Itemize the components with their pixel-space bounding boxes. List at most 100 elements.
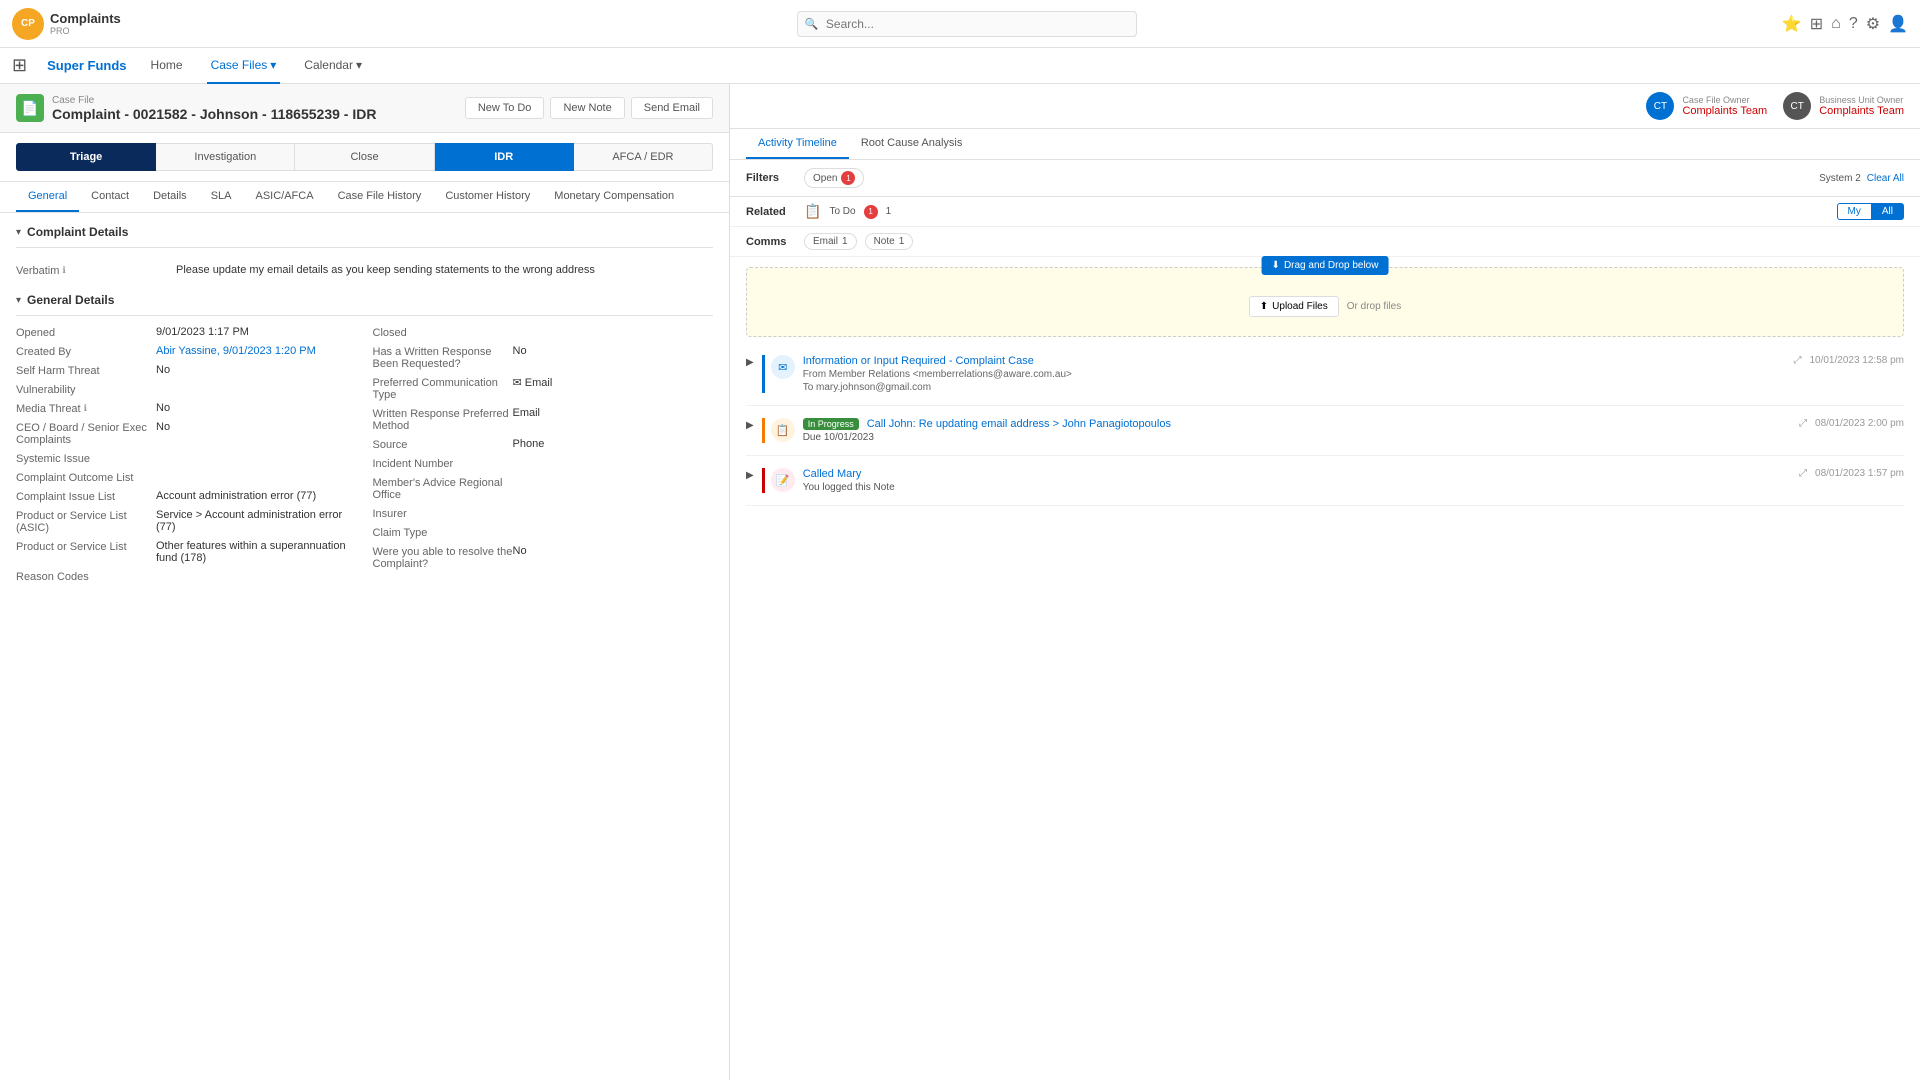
- activity-to: To mary.johnson@gmail.com: [803, 382, 1786, 393]
- new-note-button[interactable]: New Note: [550, 97, 624, 119]
- toggle-my-button[interactable]: My: [1837, 203, 1872, 220]
- upload-files-button[interactable]: ⬆ Upload Files: [1249, 296, 1339, 317]
- drop-zone[interactable]: ⬇ Drag and Drop below ⬆ Upload Files Or …: [746, 267, 1904, 337]
- chevron-icon: ▾: [16, 227, 21, 238]
- complaint-details-title: Complaint Details: [27, 225, 128, 239]
- step-triage[interactable]: Triage: [16, 143, 156, 171]
- tab-customer-history[interactable]: Customer History: [433, 182, 542, 212]
- resize-icon[interactable]: ⤢: [1799, 468, 1807, 479]
- right-panel: CT Case File Owner Complaints Team CT Bu…: [730, 84, 1920, 1080]
- email-icon: ✉: [513, 377, 525, 389]
- grid-icon[interactable]: ⊞: [1810, 14, 1823, 34]
- search-input[interactable]: [797, 11, 1137, 37]
- email-pill[interactable]: Email 1: [804, 233, 857, 250]
- activity-time: 08/01/2023 2:00 pm: [1815, 418, 1904, 429]
- filters-row: Filters Open 1 System 2 Clear All: [730, 160, 1920, 197]
- field-created-by: Created By Abir Yassine, 9/01/2023 1:20 …: [16, 345, 357, 358]
- star-icon[interactable]: ⭐: [1782, 14, 1802, 34]
- field-product-service-label: Product or Service List: [16, 540, 156, 564]
- section-divider: [16, 247, 713, 248]
- field-created-by-value[interactable]: Abir Yassine, 9/01/2023 1:20 PM: [156, 345, 357, 358]
- field-complaint-outcome-value: [156, 471, 357, 484]
- field-incident-number: Incident Number: [373, 457, 714, 470]
- dropdown-icon: ▾: [356, 58, 362, 72]
- expand-icon[interactable]: ▶: [746, 470, 754, 481]
- user-icon[interactable]: 👤: [1888, 14, 1908, 34]
- general-details-header[interactable]: ▾ General Details: [16, 293, 713, 307]
- resize-icon[interactable]: ⤢: [1793, 355, 1801, 366]
- clear-all-button[interactable]: Clear All: [1867, 173, 1904, 184]
- field-complaint-outcome-label: Complaint Outcome List: [16, 471, 156, 484]
- activity-title[interactable]: Called Mary: [803, 468, 1791, 480]
- tab-activity-timeline[interactable]: Activity Timeline: [746, 129, 849, 159]
- field-ceo: CEO / Board / Senior Exec Complaints No: [16, 421, 357, 446]
- field-closed-value: [513, 326, 714, 339]
- activity-title[interactable]: Information or Input Required - Complain…: [803, 355, 1786, 367]
- field-source-label: Source: [373, 438, 513, 451]
- filter-open-badge[interactable]: Open 1: [804, 168, 864, 188]
- field-written-response-method: Written Response Preferred Method Email: [373, 407, 714, 432]
- field-insurer-label: Insurer: [373, 507, 513, 520]
- business-unit-owner-name[interactable]: Complaints Team: [1819, 105, 1904, 117]
- logo-icon: CP: [12, 8, 44, 40]
- step-idr[interactable]: IDR: [435, 143, 574, 171]
- drag-drop-button[interactable]: ⬇ Drag and Drop below: [1262, 256, 1389, 275]
- tab-sla[interactable]: SLA: [199, 182, 244, 212]
- activity-title[interactable]: Call John: Re updating email address > J…: [867, 418, 1171, 430]
- case-file-label: Case File: [52, 95, 376, 106]
- dropdown-icon: ▾: [270, 58, 276, 72]
- field-systemic-label: Systemic Issue: [16, 452, 156, 465]
- field-pref-comm-type: Preferred Communication Type ✉ Email: [373, 376, 714, 401]
- tab-general[interactable]: General: [16, 182, 79, 212]
- resize-icon[interactable]: ⤢: [1799, 418, 1807, 429]
- verbatim-info-icon[interactable]: ℹ: [62, 265, 65, 276]
- home-icon[interactable]: ⌂: [1831, 15, 1841, 33]
- grid-menu-icon[interactable]: ⊞: [12, 55, 27, 76]
- field-vulnerability-value: [156, 383, 357, 396]
- upload-icon: ⬆: [1260, 301, 1268, 312]
- activity-sub: You logged this Note: [803, 482, 1791, 493]
- media-threat-info-icon[interactable]: ℹ: [84, 403, 87, 414]
- nav-calendar[interactable]: Calendar ▾: [300, 48, 366, 84]
- field-written-response-method-label: Written Response Preferred Method: [373, 407, 513, 432]
- nav-case-files[interactable]: Case Files ▾: [207, 48, 281, 84]
- field-product-asic: Product or Service List (ASIC) Service >…: [16, 509, 357, 534]
- tab-case-file-history[interactable]: Case File History: [326, 182, 434, 212]
- field-member-advice-label: Member's Advice Regional Office: [373, 476, 513, 501]
- tab-monetary-compensation[interactable]: Monetary Compensation: [542, 182, 686, 212]
- activity-item: ▶ ✉ Information or Input Required - Comp…: [746, 355, 1904, 406]
- toggle-all-button[interactable]: All: [1872, 203, 1904, 220]
- expand-icon[interactable]: ▶: [746, 357, 754, 368]
- general-details-right: Closed Has a Written Response Been Reque…: [373, 326, 714, 589]
- case-file-owner-block: CT Case File Owner Complaints Team: [1646, 92, 1767, 120]
- step-afca[interactable]: AFCA / EDR: [574, 143, 713, 171]
- tab-asic-afca[interactable]: ASIC/AFCA: [243, 182, 325, 212]
- tab-contact[interactable]: Contact: [79, 182, 141, 212]
- field-member-advice: Member's Advice Regional Office: [373, 476, 714, 501]
- case-file-owner-name[interactable]: Complaints Team: [1682, 105, 1767, 117]
- note-pill[interactable]: Note 1: [865, 233, 914, 250]
- field-resolve-complaint-label: Were you able to resolve the Complaint?: [373, 545, 513, 570]
- send-email-button[interactable]: Send Email: [631, 97, 713, 119]
- step-close[interactable]: Close: [295, 143, 434, 171]
- in-progress-badge: In Progress: [803, 418, 859, 430]
- tab-details[interactable]: Details: [141, 182, 199, 212]
- email-activity-icon: ✉: [771, 355, 795, 379]
- field-incident-number-label: Incident Number: [373, 457, 513, 470]
- related-label: Related: [746, 206, 796, 218]
- open-count-badge: 1: [841, 171, 855, 185]
- help-icon[interactable]: ?: [1849, 15, 1858, 33]
- field-complaint-outcome: Complaint Outcome List: [16, 471, 357, 484]
- field-complaint-issue-label: Complaint Issue List: [16, 490, 156, 503]
- expand-icon[interactable]: ▶: [746, 420, 754, 431]
- nav-home[interactable]: Home: [147, 48, 187, 84]
- todo-count-num: 1: [886, 206, 892, 217]
- verbatim-row: Verbatim ℹ Please update my email detail…: [16, 258, 713, 283]
- tab-root-cause[interactable]: Root Cause Analysis: [849, 129, 975, 159]
- new-todo-button[interactable]: New To Do: [465, 97, 545, 119]
- settings-icon[interactable]: ⚙: [1866, 14, 1880, 34]
- step-investigation[interactable]: Investigation: [156, 143, 295, 171]
- complaint-details-header[interactable]: ▾ Complaint Details: [16, 225, 713, 239]
- field-claim-type: Claim Type: [373, 526, 714, 539]
- or-text: Or drop files: [1347, 301, 1401, 312]
